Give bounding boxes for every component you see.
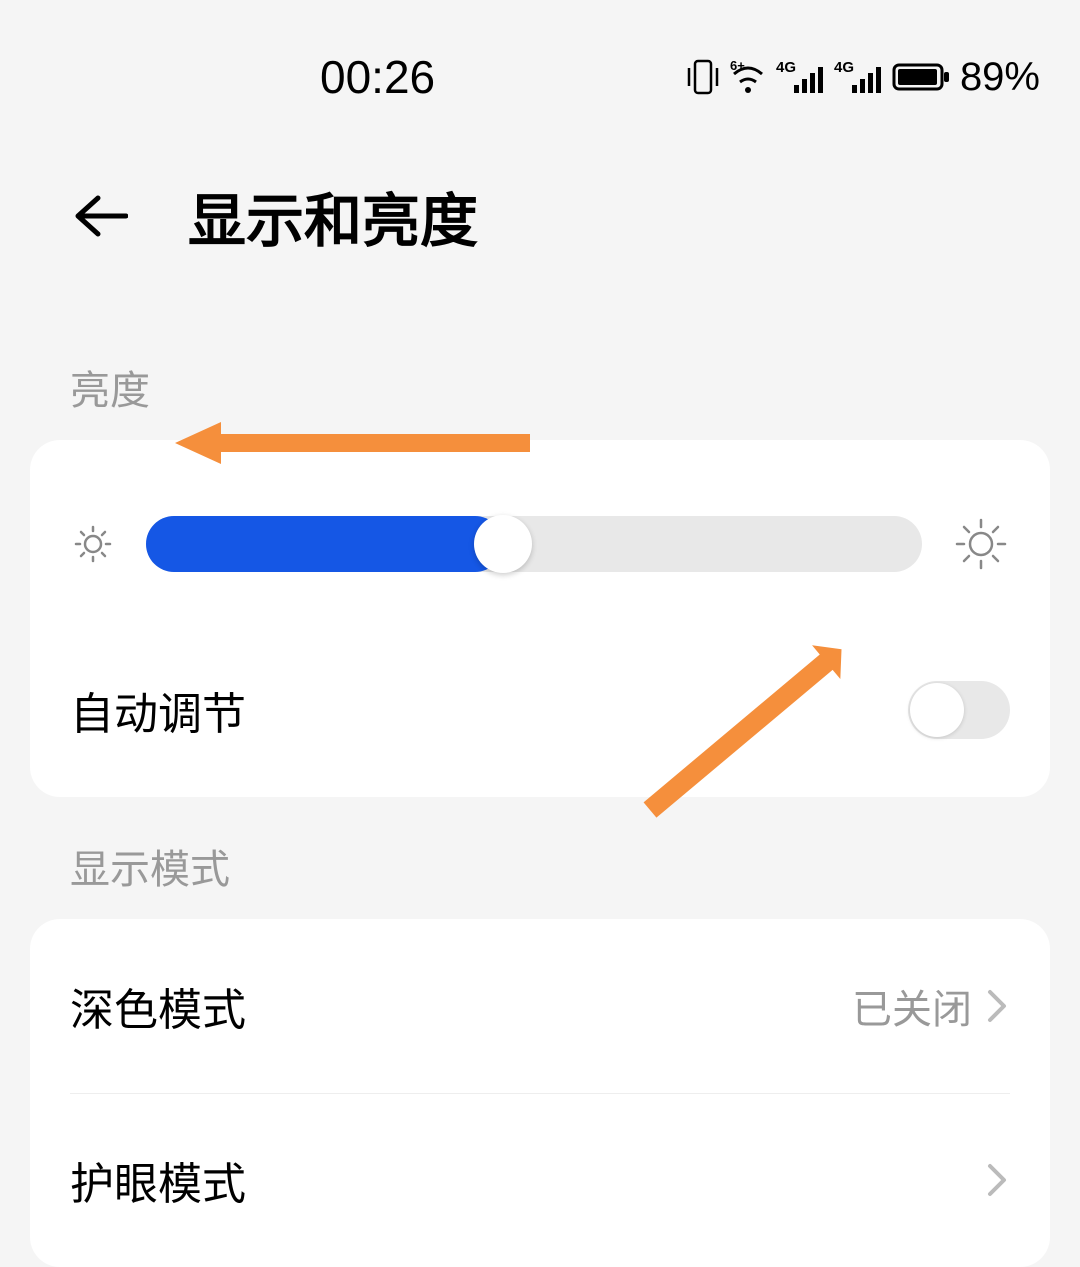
back-button[interactable] (70, 194, 128, 238)
brightness-section-label: 亮度 (0, 318, 1080, 440)
eye-protection-label: 护眼模式 (70, 1148, 246, 1212)
brightness-card: 自动调节 (30, 440, 1050, 797)
auto-brightness-row: 自动调节 (30, 623, 1050, 797)
sun-low-icon (70, 521, 116, 567)
sun-high-icon (952, 515, 1010, 573)
signal-1-icon: 4G (776, 59, 826, 95)
battery-percent: 89% (960, 55, 1040, 100)
vibrate-icon (686, 58, 720, 96)
eye-protection-row[interactable]: 护眼模式 (30, 1093, 1050, 1267)
display-mode-card: 深色模式 已关闭 护眼模式 (30, 919, 1050, 1267)
dark-mode-label: 深色模式 (70, 974, 246, 1038)
auto-brightness-toggle[interactable] (908, 681, 1010, 739)
annotation-arrow-diagonal (640, 640, 880, 835)
svg-text:6+: 6+ (730, 60, 745, 73)
chevron-right-icon (986, 1160, 1010, 1200)
wifi-icon: 6+ (728, 60, 768, 94)
svg-text:4G: 4G (776, 59, 796, 76)
annotation-arrow-left (175, 422, 535, 477)
status-time: 00:26 (320, 50, 435, 104)
page-title: 显示和亮度 (188, 174, 478, 258)
chevron-right-icon (986, 986, 1010, 1026)
brightness-slider[interactable] (146, 516, 922, 572)
status-bar: 00:26 6+ 4G 4G 89% (0, 0, 1080, 134)
battery-icon (892, 61, 952, 93)
signal-2-icon: 4G (834, 59, 884, 95)
dark-mode-value: 已关闭 (852, 977, 972, 1035)
dark-mode-row[interactable]: 深色模式 已关闭 (30, 919, 1050, 1093)
svg-text:4G: 4G (834, 59, 854, 76)
display-mode-section-label: 显示模式 (0, 797, 1080, 919)
status-icons: 6+ 4G 4G 89% (686, 55, 1040, 100)
header: 显示和亮度 (0, 134, 1080, 318)
auto-brightness-label: 自动调节 (70, 678, 246, 742)
